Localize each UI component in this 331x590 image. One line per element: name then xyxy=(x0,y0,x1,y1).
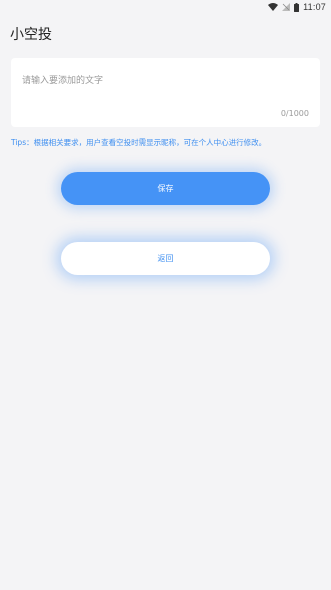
back-button[interactable]: 返回 xyxy=(61,242,270,275)
screen: 11:07 小空投 0/1000 Tips：根据相关要求，用户查看空投时需显示昵… xyxy=(0,0,331,590)
page-title: 小空投 xyxy=(10,27,52,43)
char-count: 0/1000 xyxy=(280,109,309,118)
text-input[interactable] xyxy=(22,73,312,103)
wifi-icon xyxy=(268,3,279,11)
tips-text: Tips：根据相关要求，用户查看空投时需显示昵称，可在个人中心进行修改。 xyxy=(11,138,267,147)
status-time: 11:07 xyxy=(303,2,326,12)
status-bar: 11:07 xyxy=(0,0,331,14)
battery-icon xyxy=(294,2,300,12)
signal-icon xyxy=(282,3,291,11)
text-input-card: 0/1000 xyxy=(11,58,320,127)
save-button[interactable]: 保存 xyxy=(61,172,270,205)
